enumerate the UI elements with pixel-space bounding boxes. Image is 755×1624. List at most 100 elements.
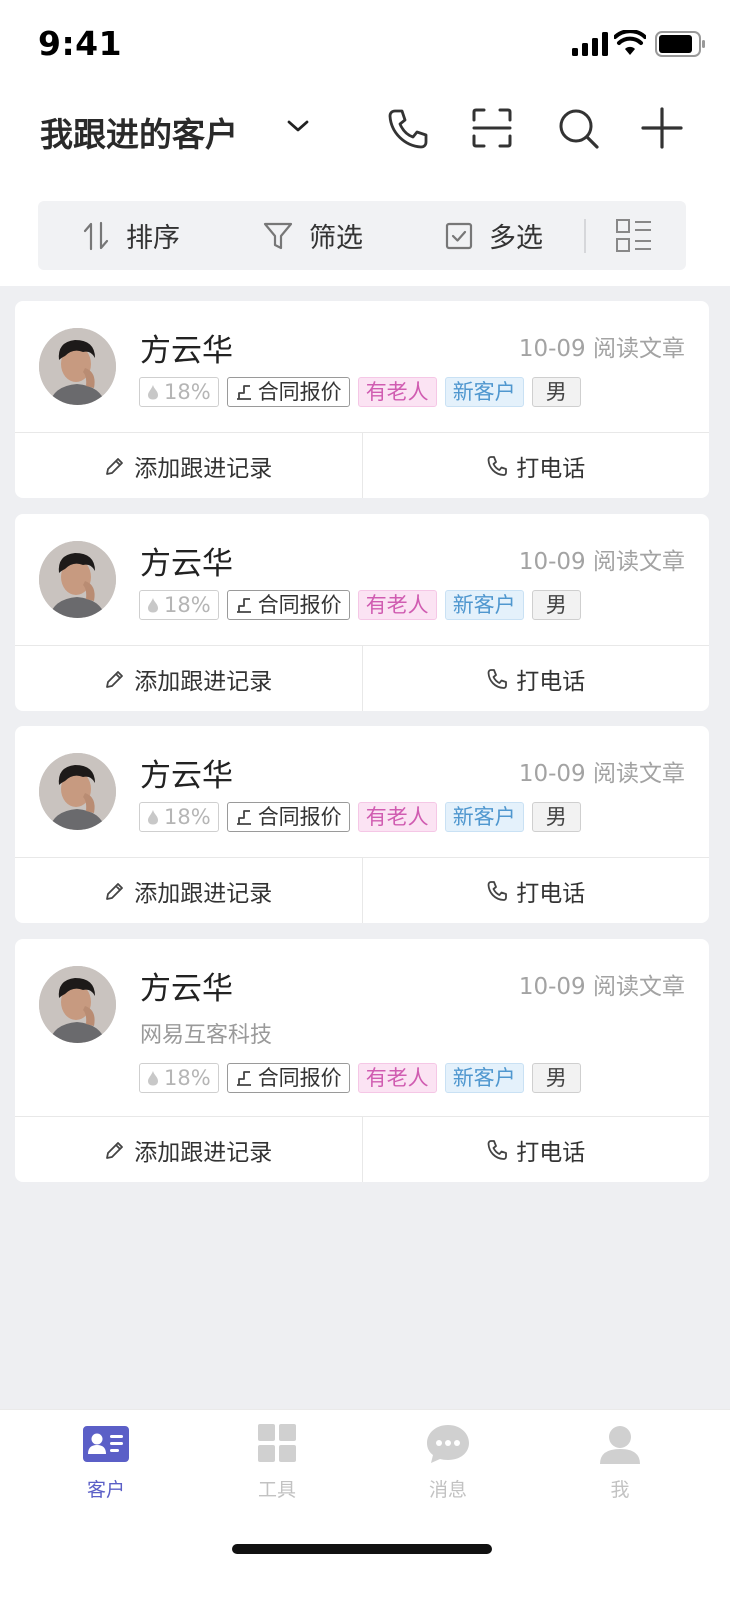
customer-name: 方云华	[140, 546, 233, 582]
last-activity: 10-09 阅读文章	[518, 549, 685, 575]
customer-name: 方云华	[140, 758, 233, 794]
last-activity: 10-09 阅读文章	[518, 974, 685, 1000]
tag-gender: 男	[531, 377, 581, 407]
stage-tag: 合同报价	[226, 590, 350, 620]
tag-gender: 男	[531, 1063, 581, 1093]
sort-button[interactable]: 排序	[82, 201, 180, 270]
last-activity: 10-09 阅读文章	[518, 761, 685, 787]
customer-card[interactable]: 方云华 10-09 阅读文章 18% 合同报价 有老人 新客户 男 添加跟进记录…	[15, 514, 709, 711]
sort-icon	[83, 221, 109, 250]
status-time: 9:41	[38, 24, 123, 63]
checkbox-icon	[445, 222, 473, 249]
call-button[interactable]: 打电话	[363, 646, 710, 711]
score-tag: 18%	[139, 1063, 219, 1093]
scan-icon[interactable]	[470, 106, 514, 150]
pencil-icon	[106, 882, 124, 900]
add-follow-up-button[interactable]: 添加跟进记录	[15, 646, 363, 711]
flame-icon	[148, 598, 158, 613]
tab-label: 消息	[428, 1479, 467, 1501]
phone-icon	[487, 1139, 508, 1160]
stage-tag: 合同报价	[226, 1063, 350, 1093]
tab-messages[interactable]: 消息	[403, 1424, 493, 1502]
tab-customers[interactable]: 客户	[61, 1424, 151, 1502]
tab-label: 我	[610, 1479, 630, 1501]
stage-tag: 合同报价	[226, 377, 350, 407]
tag-list: 18% 合同报价 有老人 新客户 男	[139, 377, 589, 407]
page-header: 我跟进的客户	[0, 88, 730, 200]
call-button[interactable]: 打电话	[363, 1117, 710, 1182]
card-actions: 添加跟进记录 打电话	[15, 432, 709, 498]
status-bar: 9:41	[0, 0, 730, 88]
filter-icon	[263, 222, 293, 249]
tab-tools[interactable]: 工具	[232, 1424, 322, 1502]
add-follow-up-button[interactable]: 添加跟进记录	[15, 433, 363, 498]
wifi-icon	[614, 30, 646, 55]
score-tag: 18%	[139, 802, 219, 832]
person-icon	[600, 1426, 640, 1464]
add-follow-up-button[interactable]: 添加跟进记录	[15, 1117, 363, 1182]
company-name: 网易互客科技	[140, 1023, 273, 1048]
home-indicator	[232, 1544, 492, 1554]
avatar-photo	[39, 966, 116, 1043]
customer-card[interactable]: 方云华 10-09 阅读文章 18% 合同报价 有老人 新客户 男 添加跟进记录…	[15, 301, 709, 498]
tag-gender: 男	[531, 802, 581, 832]
avatar-photo	[39, 328, 116, 405]
customer-scope-selector[interactable]: 我跟进的客户	[40, 108, 238, 156]
chevron-down-icon[interactable]	[286, 114, 310, 138]
contact-card-icon	[83, 1426, 129, 1462]
customer-card[interactable]: 方云华 10-09 阅读文章 18% 合同报价 有老人 新客户 男 添加跟进记录…	[15, 726, 709, 923]
pencil-icon	[106, 457, 124, 475]
toolbar-divider	[584, 219, 586, 253]
flame-icon	[148, 385, 158, 400]
bottom-tab-bar: 客户 工具 消息 我	[0, 1409, 730, 1624]
avatar	[39, 966, 116, 1043]
avatar-photo	[39, 753, 116, 830]
list-toolbar: 排序 筛选 多选	[38, 201, 686, 270]
tab-me[interactable]: 我	[575, 1424, 665, 1502]
filter-button[interactable]: 筛选	[263, 201, 363, 270]
screen-edge	[730, 0, 755, 1624]
add-icon[interactable]	[640, 106, 684, 150]
list-layout-icon[interactable]	[616, 219, 652, 253]
chat-bubble-icon	[427, 1425, 469, 1463]
call-button[interactable]: 打电话	[363, 433, 710, 498]
phone-icon	[487, 880, 508, 901]
stage-icon	[236, 1071, 251, 1086]
tag-elder: 有老人	[357, 377, 437, 407]
multi-select-button[interactable]: 多选	[445, 201, 543, 270]
add-follow-up-button[interactable]: 添加跟进记录	[15, 858, 363, 923]
phone-icon	[487, 455, 508, 476]
flame-icon	[148, 1071, 158, 1086]
tag-elder: 有老人	[357, 1063, 437, 1093]
customer-name: 方云华	[140, 333, 233, 369]
avatar-photo	[39, 541, 116, 618]
grid-icon	[258, 1424, 296, 1462]
stage-tag: 合同报价	[226, 802, 350, 832]
search-icon[interactable]	[556, 106, 600, 150]
tag-gender: 男	[531, 590, 581, 620]
pencil-icon	[106, 670, 124, 688]
tag-list: 18% 合同报价 有老人 新客户 男	[139, 590, 589, 620]
tag-list: 18% 合同报价 有老人 新客户 男	[139, 802, 589, 832]
sort-label: 排序	[126, 223, 180, 254]
stage-icon	[236, 385, 251, 400]
tag-elder: 有老人	[357, 802, 437, 832]
tab-label: 客户	[86, 1479, 125, 1501]
customer-card[interactable]: 方云华 10-09 阅读文章 网易互客科技 18% 合同报价 有老人 新客户 男	[15, 939, 709, 1182]
flame-icon	[148, 810, 158, 825]
tag-list: 18% 合同报价 有老人 新客户 男	[139, 1063, 589, 1093]
page-title: 我跟进的客户	[40, 115, 238, 154]
score-tag: 18%	[139, 590, 219, 620]
multi-select-label: 多选	[489, 223, 543, 254]
card-actions: 添加跟进记录 打电话	[15, 857, 709, 923]
card-actions: 添加跟进记录 打电话	[15, 645, 709, 711]
tag-new-customer: 新客户	[444, 1063, 524, 1093]
stage-icon	[236, 598, 251, 613]
customer-name: 方云华	[140, 971, 233, 1007]
tag-new-customer: 新客户	[444, 590, 524, 620]
card-actions: 添加跟进记录 打电话	[15, 1116, 709, 1182]
call-button[interactable]: 打电话	[363, 858, 710, 923]
phone-icon[interactable]	[386, 106, 430, 150]
tag-new-customer: 新客户	[444, 377, 524, 407]
avatar	[39, 541, 116, 618]
